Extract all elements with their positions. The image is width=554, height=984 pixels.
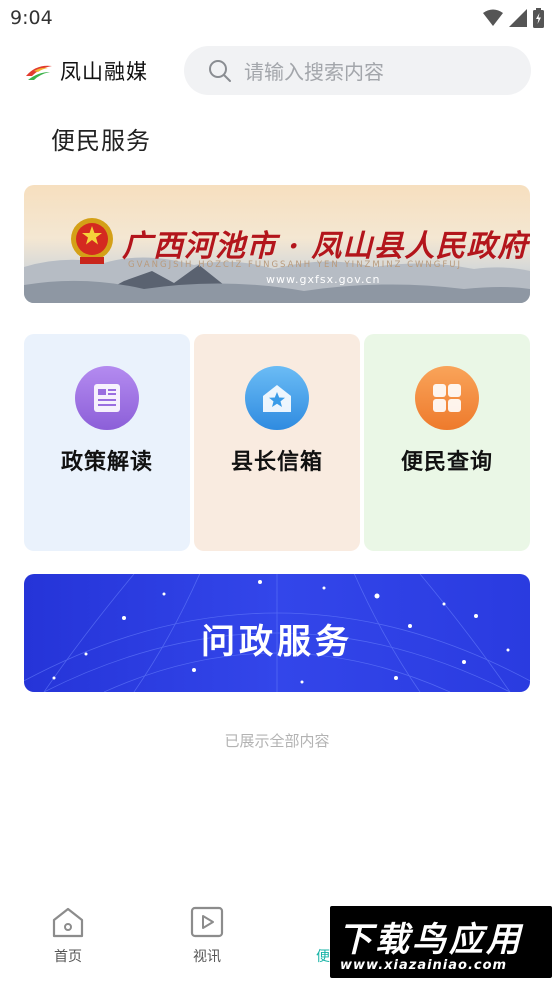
search-input[interactable]: 请输入搜索内容 bbox=[184, 46, 531, 95]
policy-card[interactable]: 政策解读 bbox=[24, 334, 190, 551]
banner-title: 广西河池市 · 凤山县人民政府 bbox=[122, 229, 529, 264]
status-bar: 9:04 bbox=[0, 0, 554, 36]
header: 凤山融媒 请输入搜索内容 bbox=[0, 44, 554, 98]
government-banner[interactable]: 广西河池市 · 凤山县人民政府 GVANGJSIH HOZCIZ FUNGSAN… bbox=[24, 185, 530, 303]
watermark-url: www.xiazainiao.com bbox=[340, 958, 508, 973]
service-cards: 政策解读 县长信箱 便民查询 bbox=[24, 334, 530, 551]
banner-subtitle: GVANGJSIH HOZCIZ FUNGSANH YEN YINZMINZ C… bbox=[128, 260, 462, 270]
grid-icon bbox=[415, 366, 479, 430]
logo-text: 凤山融媒 bbox=[60, 60, 148, 84]
nav-video[interactable]: 视讯 bbox=[167, 906, 247, 966]
page-title: 便民服务 bbox=[51, 127, 151, 155]
video-icon bbox=[190, 906, 224, 938]
watermark: 下载鸟应用 www.xiazainiao.com bbox=[330, 906, 552, 978]
policy-card-label: 政策解读 bbox=[60, 450, 153, 475]
wenzheng-banner[interactable]: 问政服务 bbox=[24, 574, 530, 692]
home-icon bbox=[52, 907, 84, 938]
end-of-content-text: 已展示全部内容 bbox=[224, 732, 330, 750]
mailbox-card[interactable]: 县长信箱 bbox=[194, 334, 360, 551]
search-placeholder: 请输入搜索内容 bbox=[244, 60, 384, 84]
banner-url: www.gxfsx.gov.cn bbox=[266, 273, 381, 286]
mailbox-card-label: 县长信箱 bbox=[230, 450, 323, 475]
nav-home[interactable]: 首页 bbox=[28, 906, 108, 966]
document-icon bbox=[75, 366, 139, 430]
wifi-icon bbox=[483, 9, 503, 26]
battery-icon bbox=[533, 8, 544, 28]
wenzheng-label: 问政服务 bbox=[201, 622, 353, 662]
nav-video-label: 视讯 bbox=[193, 949, 221, 965]
status-time: 9:04 bbox=[10, 7, 53, 29]
app-logo: 凤山融媒 bbox=[24, 56, 148, 86]
signal-icon bbox=[509, 9, 527, 27]
search-icon bbox=[209, 59, 231, 82]
query-card-label: 便民查询 bbox=[400, 450, 493, 475]
nav-home-label: 首页 bbox=[54, 949, 82, 965]
watermark-text: 下载鸟应用 bbox=[338, 920, 523, 960]
query-card[interactable]: 便民查询 bbox=[364, 334, 530, 551]
national-emblem-icon bbox=[71, 218, 113, 264]
logo-mark-icon bbox=[26, 65, 52, 80]
house-star-icon bbox=[245, 366, 309, 430]
status-icons bbox=[483, 8, 544, 28]
